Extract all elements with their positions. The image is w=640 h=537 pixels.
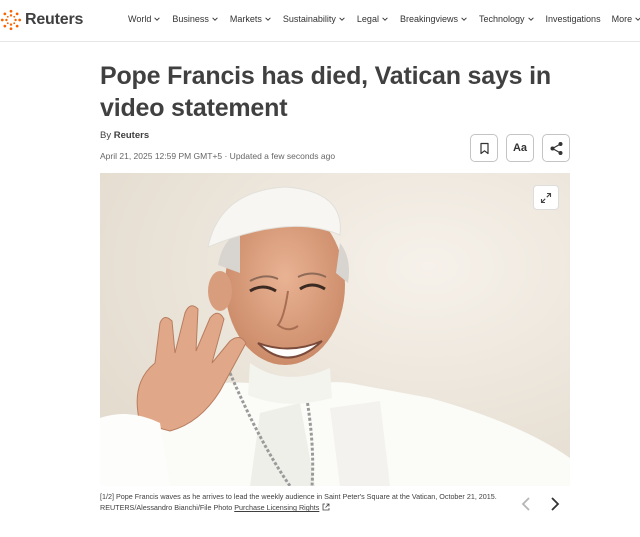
logo-wordmark: Reuters (25, 11, 84, 28)
bookmark-button[interactable] (470, 134, 498, 162)
share-icon (550, 141, 562, 155)
main-nav: World Business Markets Sustainability Le… (128, 14, 640, 24)
text-size-label: Aa (512, 142, 528, 154)
chevron-down-icon (527, 17, 534, 21)
chevron-down-icon (339, 17, 345, 21)
expand-icon (540, 192, 552, 203)
site-header: Reuters World Business Markets Sustainab… (0, 0, 640, 42)
nav-label: Legal (356, 14, 379, 24)
nav-label: Breakingviews (399, 14, 458, 24)
nav-label: World (128, 14, 152, 24)
purchase-licensing-link[interactable]: Purchase Licensing Rights (234, 503, 319, 512)
byline-prefix: By (100, 130, 112, 141)
previous-photo-arrow-icon[interactable] (518, 496, 534, 512)
nav-label: More (611, 14, 633, 24)
reuters-logo[interactable]: Reuters (0, 9, 83, 31)
nav-label: Markets (229, 14, 262, 24)
pope-francis-photo (100, 173, 570, 486)
author-link[interactable]: Reuters (114, 130, 149, 141)
article-headline: Pope Francis has died, Vatican says in v… (100, 62, 551, 122)
nav-item-breakingviews[interactable]: Breakingviews (400, 14, 468, 24)
nav-item-markets[interactable]: Markets (230, 14, 272, 24)
nav-item-technology[interactable]: Technology (479, 14, 535, 24)
text-size-button[interactable]: Aa (506, 134, 534, 162)
photo-counter: [1/2] (100, 492, 114, 501)
byline: By Reuters (100, 130, 149, 141)
nav-item-more[interactable]: More (612, 14, 640, 24)
nav-item-sustainability[interactable]: Sustainability (283, 14, 346, 24)
lead-photo[interactable] (100, 173, 570, 486)
chevron-down-icon (461, 17, 467, 21)
next-photo-arrow-icon[interactable] (547, 496, 563, 512)
article-dateline: April 21, 2025 12:59 PM GMT+5 · Updated … (100, 151, 336, 161)
nav-item-legal[interactable]: Legal (357, 14, 389, 24)
chevron-down-icon (212, 17, 218, 21)
chevron-down-icon (265, 17, 271, 21)
nav-label: Business (172, 14, 209, 24)
share-button[interactable] (542, 134, 570, 162)
reuters-logo-icon (0, 9, 22, 31)
bookmark-icon (479, 142, 489, 154)
nav-item-investigations[interactable]: Investigations (546, 14, 601, 24)
nav-item-world[interactable]: World (128, 14, 161, 24)
nav-label: Sustainability (282, 14, 336, 24)
chevron-down-icon (382, 17, 388, 21)
nav-item-business[interactable]: Business (172, 14, 219, 24)
external-link-icon (322, 503, 330, 511)
nav-label: Technology (478, 14, 525, 24)
chevron-down-icon (635, 17, 640, 21)
nav-label: Investigations (545, 14, 601, 24)
expand-photo-button[interactable] (533, 185, 559, 210)
chevron-down-icon (154, 17, 161, 21)
photo-caption: [1/2] Pope Francis waves as he arrives t… (100, 491, 500, 513)
